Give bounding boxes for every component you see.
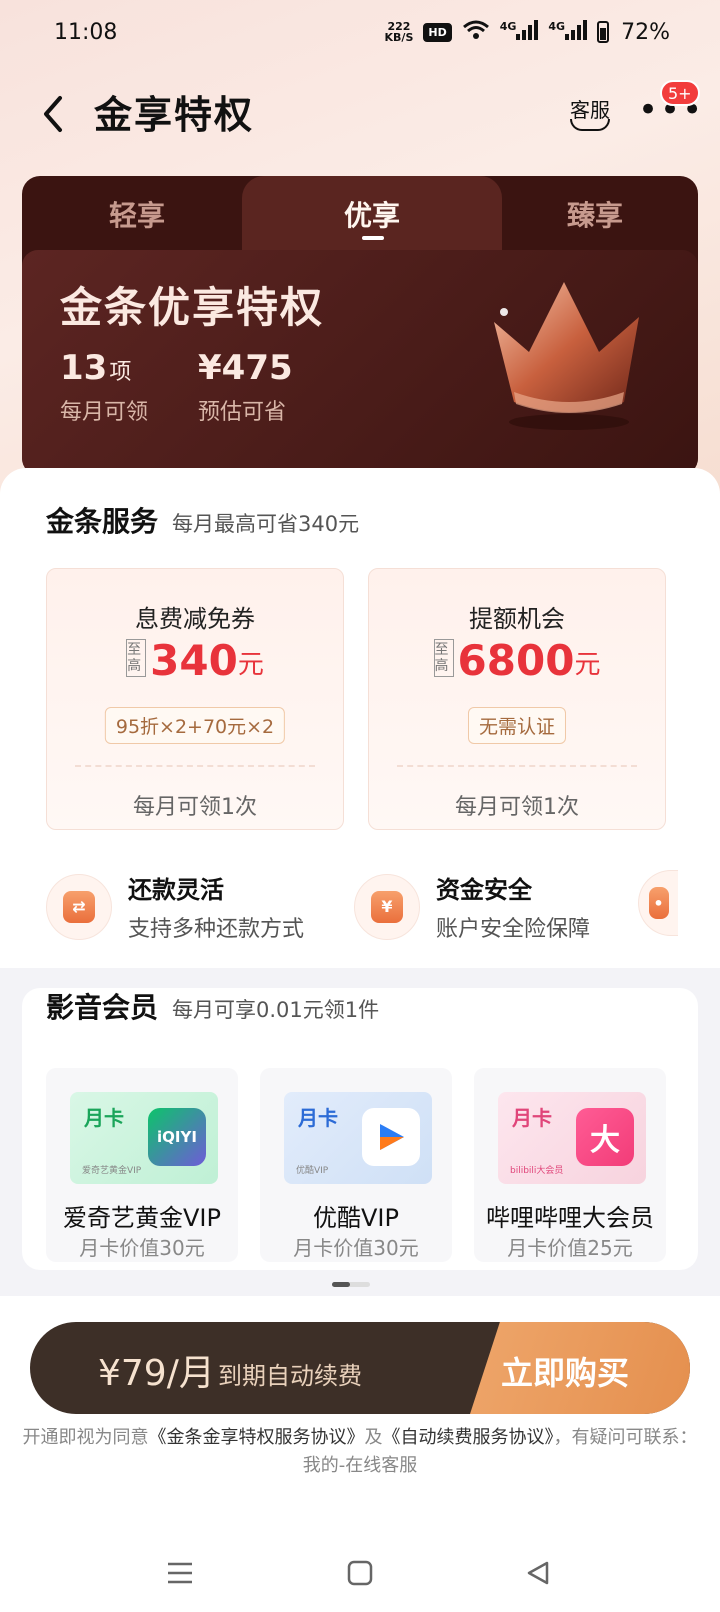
agreement-text: 开通即视为同意《金条金享特权服务协议》及《自动续费服务协议》，有疑问可联系：我的… bbox=[22, 1427, 698, 1476]
system-nav-bar bbox=[0, 1530, 720, 1612]
status-icons: 222 KB/S HD 4G 4G 72% bbox=[385, 19, 670, 46]
bilibili-logo-icon: 大 bbox=[576, 1108, 634, 1166]
tab-elite[interactable]: 臻享 bbox=[492, 176, 698, 252]
customer-service-button[interactable]: 客服 bbox=[566, 88, 614, 142]
carousel-indicator bbox=[332, 1282, 370, 1287]
coupon-credit-increase[interactable]: 提额机会 至高 6800 元 无需认证 每月可领1次 bbox=[368, 568, 666, 830]
stat-count-value: 13项 bbox=[60, 348, 132, 388]
back-triangle-icon bbox=[527, 1561, 549, 1585]
coupon-frequency: 每月可领1次 bbox=[133, 795, 257, 820]
iqiyi-logo-icon: iQIYI bbox=[148, 1108, 206, 1166]
auto-renew-agreement-link[interactable]: 《自动续费服务协议》 bbox=[383, 1427, 554, 1448]
coupon-amount: 至高 6800 元 bbox=[433, 636, 601, 685]
coupon-title: 提额机会 bbox=[469, 605, 565, 633]
feature-partial[interactable]: • bbox=[638, 870, 694, 936]
status-bar: 11:08 222 KB/S HD 4G 4G 72% bbox=[0, 0, 720, 64]
header: 金享特权 客服 ••• bbox=[0, 74, 720, 154]
youku-thumbnail: 月卡 优酷VIP bbox=[284, 1092, 432, 1184]
auto-renew-note: 到期自动续费 bbox=[218, 1362, 362, 1390]
stat-savings-value: ¥475 bbox=[198, 348, 293, 388]
headset-icon bbox=[570, 119, 610, 131]
media-title: 影音会员 bbox=[46, 991, 159, 1024]
feature-flexible-repayment[interactable]: ⇄ 还款灵活 支持多种还款方式 bbox=[46, 870, 304, 943]
nav-back-button[interactable] bbox=[518, 1558, 558, 1588]
battery-icon bbox=[597, 21, 610, 43]
home-square-icon bbox=[347, 1560, 373, 1586]
coupon-divider bbox=[397, 765, 637, 767]
card-title: 金条优享特权 bbox=[60, 283, 325, 332]
signal-icon: 4G bbox=[548, 19, 588, 45]
media-item-bilibili[interactable]: 月卡 bilibili大会员 大 哔哩哔哩大会员 月卡价值25元 bbox=[474, 1068, 666, 1262]
menu-icon bbox=[168, 1562, 192, 1584]
membership-card: 轻享 优享 臻享 金条优享特权 13项 每月可领 ¥475 预估可省 bbox=[22, 176, 698, 476]
media-subtitle: 每月可享0.01元领1件 bbox=[172, 998, 380, 1022]
coupon-tag: 95折×2+70元×2 bbox=[104, 707, 286, 744]
crown-icon bbox=[494, 282, 639, 430]
coupon-tag: 无需认证 bbox=[467, 707, 567, 744]
wifi-icon bbox=[462, 19, 490, 46]
notification-badge: 5+ bbox=[660, 80, 700, 106]
hd-icon: HD bbox=[423, 22, 452, 42]
feature-partial-icon: • bbox=[638, 870, 678, 936]
tab-premium[interactable]: 优享 bbox=[252, 176, 492, 252]
upto-label: 至高 bbox=[126, 639, 147, 677]
carousel-indicator-active bbox=[332, 1282, 350, 1287]
bilibili-thumbnail: 月卡 bilibili大会员 大 bbox=[498, 1092, 646, 1184]
iqiyi-thumbnail: 月卡 爱奇艺黄金VIP iQIYI bbox=[70, 1092, 218, 1184]
youku-logo-icon bbox=[362, 1108, 420, 1166]
jintiao-service-title: 金条服务 bbox=[46, 505, 159, 538]
coupon-divider bbox=[75, 765, 315, 767]
coupon-frequency: 每月可领1次 bbox=[455, 795, 579, 820]
coupon-title: 息费减免券 bbox=[135, 605, 255, 633]
coupon-amount: 至高 340 元 bbox=[126, 636, 264, 685]
chevron-left-icon bbox=[44, 96, 62, 132]
media-item-youku[interactable]: 月卡 优酷VIP 优酷VIP 月卡价值30元 bbox=[260, 1068, 452, 1262]
feature-fund-security[interactable]: ¥ 资金安全 账户安全险保障 bbox=[354, 870, 590, 943]
stat-count-label: 每月可领 bbox=[60, 400, 149, 425]
coupon-interest-reduction[interactable]: 息费减免券 至高 340 元 95折×2+70元×2 每月可领1次 bbox=[46, 568, 344, 830]
tab-light[interactable]: 轻享 bbox=[22, 176, 252, 252]
price-label: ¥79/月 bbox=[98, 1353, 215, 1394]
buy-now-button[interactable]: 立即购买 bbox=[470, 1348, 660, 1394]
page-title: 金享特权 bbox=[94, 93, 255, 137]
signal-icon: 4G bbox=[500, 19, 539, 45]
media-item-iqiyi[interactable]: 月卡 爱奇艺黄金VIP iQIYI 爱奇艺黄金VIP 月卡价值30元 bbox=[46, 1068, 238, 1262]
repay-icon: ⇄ bbox=[46, 873, 112, 940]
status-time: 11:08 bbox=[54, 19, 118, 45]
battery-percent: 72% bbox=[621, 19, 670, 45]
stat-savings-label: 预估可省 bbox=[198, 400, 287, 425]
back-button[interactable] bbox=[36, 92, 72, 136]
active-tab-indicator bbox=[362, 236, 384, 240]
page: 11:08 222 KB/S HD 4G 4G 72% 金享特权 客服 ••• … bbox=[0, 0, 720, 1612]
upto-label: 至高 bbox=[433, 639, 454, 677]
nav-menu-button[interactable] bbox=[160, 1558, 200, 1588]
service-agreement-link[interactable]: 《金条金享特权服务协议》 bbox=[149, 1427, 365, 1448]
network-speed: 222 KB/S bbox=[384, 20, 414, 44]
nav-home-button[interactable] bbox=[340, 1558, 380, 1588]
jintiao-service-subtitle: 每月最高可省340元 bbox=[172, 512, 360, 536]
yuan-shield-icon: ¥ bbox=[354, 873, 420, 940]
